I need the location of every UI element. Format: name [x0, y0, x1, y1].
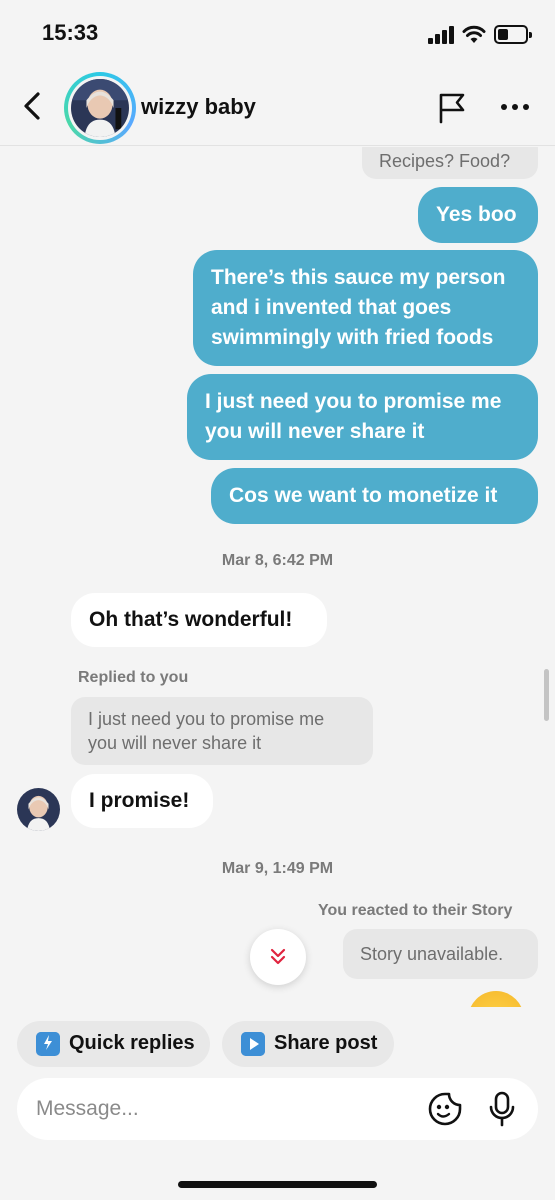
outgoing-message-bubble[interactable]: I just need you to promise me you will n…: [187, 374, 538, 460]
share-play-icon: [241, 1032, 265, 1056]
sender-avatar[interactable]: [17, 788, 60, 831]
more-dots-icon[interactable]: [499, 102, 531, 112]
outgoing-message-bubble[interactable]: Cos we want to monetize it: [211, 468, 538, 524]
replied-label: Replied to you: [78, 669, 189, 686]
story-reaction-label: You reacted to their Story: [318, 902, 513, 919]
wifi-icon: [462, 25, 486, 43]
quick-replies-label: Quick replies: [69, 1032, 195, 1054]
message-composer: [17, 1078, 538, 1140]
back-chevron-icon[interactable]: [18, 90, 46, 122]
outgoing-message-bubble[interactable]: Yes boo: [418, 187, 538, 243]
reaction-emoji: [468, 991, 524, 1007]
share-post-button[interactable]: Share post: [222, 1021, 394, 1067]
status-bar: 15:33: [0, 0, 555, 70]
message-timestamp: Mar 8, 6:42 PM: [221, 552, 334, 569]
quick-replies-button[interactable]: Quick replies: [17, 1021, 210, 1067]
incoming-message-bubble[interactable]: I promise!: [71, 774, 213, 828]
avatar-photo: [71, 79, 129, 137]
battery-icon: [494, 25, 532, 44]
microphone-icon[interactable]: [487, 1091, 517, 1127]
scrollbar[interactable]: [544, 669, 549, 721]
cellular-signal-icon: [428, 26, 455, 44]
story-unavailable-bubble[interactable]: Story unavailable.: [343, 929, 538, 979]
sticker-icon[interactable]: [427, 1091, 463, 1127]
message-input[interactable]: [36, 1090, 416, 1128]
quick-reply-icon: [36, 1032, 60, 1056]
home-indicator: [178, 1181, 377, 1188]
partial-message-bubble[interactable]: Recipes? Food?: [362, 147, 538, 179]
reply-quote-bubble[interactable]: I just need you to promise me you will n…: [71, 697, 373, 765]
chat-header: wizzy baby: [0, 70, 555, 146]
message-list[interactable]: Recipes? Food? Yes boo There’s this sauc…: [0, 147, 555, 1007]
scroll-to-bottom-button[interactable]: [250, 929, 306, 985]
share-post-label: Share post: [274, 1032, 378, 1054]
incoming-message-bubble[interactable]: Oh that’s wonderful!: [71, 593, 327, 647]
message-timestamp: Mar 9, 1:49 PM: [221, 860, 334, 877]
contact-avatar[interactable]: [64, 72, 136, 144]
double-chevron-down-icon: [270, 948, 286, 965]
flag-icon[interactable]: [436, 92, 468, 124]
contact-name[interactable]: wizzy baby: [141, 94, 256, 120]
outgoing-message-bubble[interactable]: There’s this sauce my person and i inven…: [193, 250, 538, 366]
status-time: 15:33: [42, 20, 99, 45]
